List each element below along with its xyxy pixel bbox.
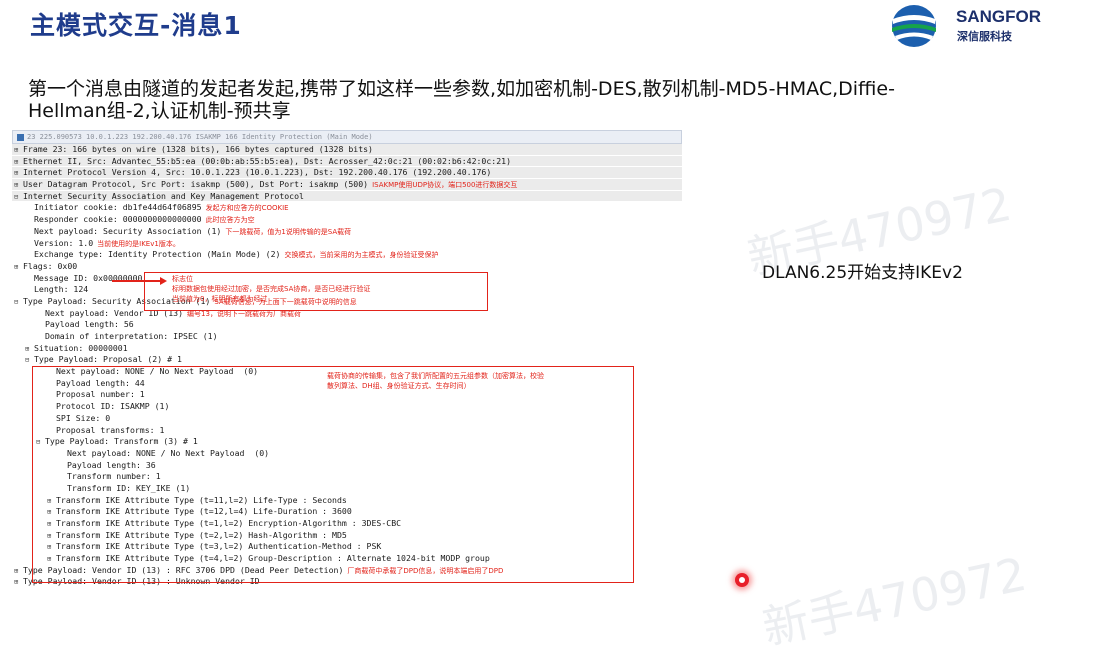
flags-arrow-head [160, 277, 167, 285]
collapse-icon[interactable]: ⊟ [14, 297, 23, 308]
expand-icon[interactable]: ⊞ [14, 145, 23, 155]
field-annotation: 交换模式，当前采用的为主模式，身份验证受保护 [284, 251, 439, 260]
packet-field-text: Ethernet II, Src: Advantec_55:b5:ea (00:… [23, 155, 511, 166]
packet-field-text: Type Payload: Proposal (2) # 1 [34, 354, 182, 365]
pointer-indicator [735, 573, 749, 587]
field-annotation: 当前使用的是IKEv1版本。 [97, 239, 180, 248]
logo-subtitle: 深信服科技 [957, 30, 1012, 43]
packet-field-text: Internet Protocol Version 4, Src: 10.0.1… [23, 167, 492, 178]
packet-field-text: Next payload: Security Association (1) [34, 225, 222, 236]
expand-icon[interactable]: ⊞ [14, 180, 23, 190]
packet-summary-row[interactable]: 23 225.090573 10.0.1.223 192.200.40.176 … [12, 130, 682, 144]
packet-field-text: User Datagram Protocol, Src Port: isakmp… [23, 179, 369, 190]
packet-tree-row[interactable]: Responder cookie: 0000000000000000 此时应答方为… [12, 214, 682, 226]
packet-icon [17, 133, 24, 141]
packet-tree-row[interactable]: Payload length: 56 [12, 319, 682, 331]
packet-tree-row[interactable]: Initiator cookie: db1fe44d64f06895 发起方和应答… [12, 202, 682, 214]
packet-field-text: Payload length: 56 [45, 319, 134, 330]
logo-name: SANGFOR [956, 7, 1041, 26]
packet-field-text: Frame 23: 166 bytes on wire (1328 bits),… [23, 144, 373, 154]
flags-annotation: 标志位 标明数据包使用经过加密，是否完成SA协商，是否已经进行验证 当前值为0，… [172, 275, 371, 303]
proposal-annotation-box [32, 366, 634, 583]
packet-tree-row[interactable]: ⊞ Situation: 00000001 [12, 343, 682, 355]
expand-icon[interactable]: ⊞ [14, 157, 23, 167]
packet-tree-row[interactable]: Exchange type: Identity Protection (Main… [12, 249, 682, 261]
packet-field-text: Internet Security Association and Key Ma… [23, 190, 304, 201]
expand-icon[interactable]: ⊞ [14, 566, 23, 577]
packet-tree-row[interactable]: Version: 1.0 当前使用的是IKEv1版本。 [12, 238, 682, 250]
packet-field-text: Flags: 0x00 [23, 260, 78, 271]
packet-tree-row[interactable]: ⊞ User Datagram Protocol, Src Port: isakm… [12, 179, 682, 191]
packet-field-text: Initiator cookie: db1fe44d64f06895 [34, 202, 202, 213]
dlan-version-note: DLAN6.25开始支持IKEv2 [762, 263, 963, 283]
proposal-annotation: 载荷协商的传输集，包含了我们所配置的五元组参数（加密算法，校验 散列算法、DH组… [327, 372, 544, 390]
packet-details-panel: 23 225.090573 10.0.1.223 192.200.40.176 … [12, 130, 682, 602]
field-annotation: 此时应答方为空 [205, 216, 255, 225]
slide-title: 主模式交互-消息1 [30, 11, 242, 40]
expand-icon[interactable]: ⊞ [25, 344, 34, 355]
field-annotation: ISAKMP使用UDP协议，端口500进行数据交互 [372, 181, 518, 190]
sangfor-globe-icon [892, 5, 936, 47]
packet-summary-text: 23 225.090573 10.0.1.223 192.200.40.176 … [27, 133, 373, 141]
expand-icon[interactable]: ⊞ [14, 577, 23, 588]
field-annotation: 发起方和应答方的COOKIE [205, 204, 289, 213]
field-annotation: 下一跳载荷，值为1说明传输的是SA载荷 [225, 227, 352, 236]
packet-tree-row[interactable]: Domain of interpretation: IPSEC (1) [12, 331, 682, 343]
packet-field-text: Length: 124 [34, 284, 89, 295]
collapse-icon[interactable]: ⊟ [25, 355, 34, 366]
packet-field-text: Responder cookie: 0000000000000000 [34, 214, 202, 225]
packet-field-text: Situation: 00000001 [34, 342, 128, 353]
packet-field-text: Version: 1.0 [34, 237, 94, 248]
watermark: 新手470972 [757, 546, 1031, 656]
slide-description: 第一个消息由隧道的发起者发起,携带了如这样一些参数,如加密机制-DES,散列机制… [28, 78, 895, 122]
packet-tree-row[interactable]: ⊟ Type Payload: Proposal (2) # 1 [12, 354, 682, 366]
packet-tree-row[interactable]: ⊟ Internet Security Association and Key M… [12, 190, 682, 203]
expand-icon[interactable]: ⊞ [14, 168, 23, 178]
packet-tree-row[interactable]: ⊞ Frame 23: 166 bytes on wire (1328 bits)… [12, 144, 682, 156]
packet-tree-row[interactable]: ⊞ Flags: 0x00 [12, 261, 682, 273]
collapse-icon[interactable]: ⊟ [14, 192, 23, 202]
expand-icon[interactable]: ⊞ [14, 262, 23, 273]
packet-tree-row[interactable]: ⊞ Internet Protocol Version 4, Src: 10.0.… [12, 167, 682, 180]
packet-tree-row[interactable]: Next payload: Security Association (1) 下一… [12, 226, 682, 238]
packet-field-text: Exchange type: Identity Protection (Main… [34, 249, 281, 260]
packet-tree-row[interactable]: ⊞ Ethernet II, Src: Advantec_55:b5:ea (00… [12, 155, 682, 168]
flags-arrow [112, 280, 162, 282]
sangfor-logo: SANGFOR 深信服科技 [888, 0, 1098, 52]
packet-field-text: Domain of interpretation: IPSEC (1) [45, 331, 218, 341]
